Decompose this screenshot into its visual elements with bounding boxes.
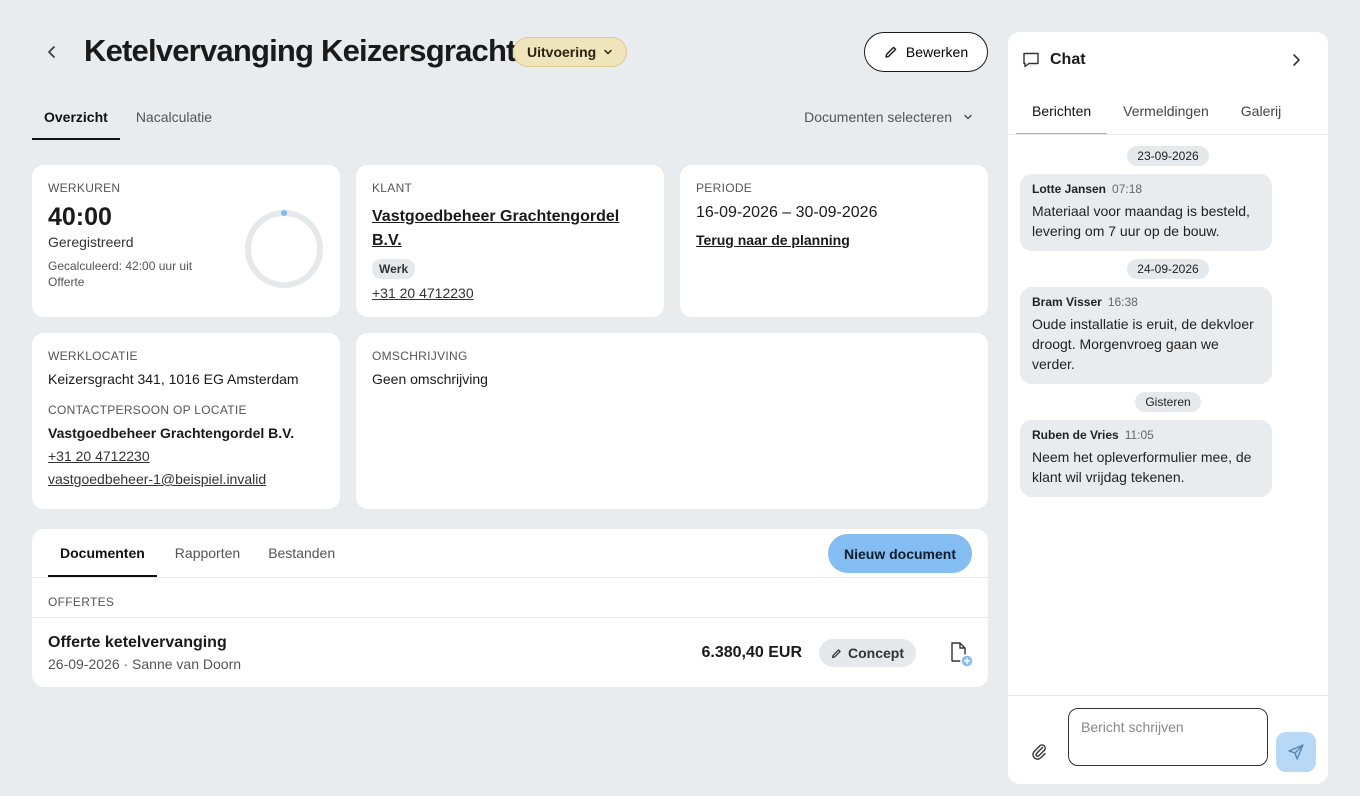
message-list: 23-09-2026 Lotte Jansen 07:18 Materiaal v… [1020,146,1316,505]
date-separator: 23-09-2026 [1127,146,1209,166]
client-card: KLANT Vastgoedbeheer Grachtengordel B.V.… [356,165,664,317]
message-input[interactable] [1068,708,1268,766]
paperclip-icon [1032,744,1046,760]
divider [1008,695,1328,696]
message-bubble: Bram Visser 16:38 Oude installatie is eru… [1020,287,1272,384]
message-time: 07:18 [1112,182,1143,196]
document-meta: 26-09-2026 · Sanne van Doorn [48,656,242,672]
attach-button[interactable] [1030,742,1048,765]
period-range: 16-09-2026 – 30-09-2026 [696,204,878,221]
pencil-icon [885,46,897,58]
chevron-right-icon [1293,54,1300,66]
documents-panel: Documenten Rapporten Bestanden Nieuw doc… [32,529,988,687]
description-text: Geen omschrijving [372,371,488,387]
hours-progress-ring [245,210,323,288]
contact-label: CONTACTPERSOON OP LOCATIE [48,403,247,417]
documents-tabs: Documenten Rapporten Bestanden [48,529,349,577]
divider [1008,134,1328,135]
tab-bestanden[interactable]: Bestanden [254,529,349,577]
tab-rapporten[interactable]: Rapporten [161,529,254,577]
message-text: Materiaal voor maandag is besteld, lever… [1032,203,1250,239]
message-author: Ruben de Vries [1032,428,1119,442]
status-dropdown[interactable]: Uitvoering [513,37,628,67]
message-text: Neem het opleverformulier mee, de klant … [1032,449,1252,485]
location-address: Keizersgracht 341, 1016 EG Amsterdam [48,371,299,387]
message-text: Oude installatie is eruit, de dekvloer d… [1032,316,1254,372]
tab-galerij[interactable]: Galerij [1225,90,1297,135]
hours-label: WERKUREN [48,181,121,195]
message-header: Bram Visser 16:38 [1032,295,1260,309]
documents-select-dropdown[interactable]: Documenten selecteren [804,109,974,125]
document-status-badge: Concept [819,639,916,667]
page-title: Ketelvervanging Keizersgracht [84,33,516,68]
document-amount: 6.380,40 EUR [701,644,802,661]
contact-phone-link[interactable]: +31 20 4712230 [48,448,324,464]
document-row[interactable]: Offerte ketelvervanging 26-09-2026 · San… [32,618,988,687]
client-name-link[interactable]: Vastgoedbeheer Grachtengordel B.V. [372,205,642,253]
divider [32,577,988,578]
chat-tabs: Berichten Vermeldingen Galerij [1016,90,1297,135]
period-label: PERIODE [696,181,753,195]
chat-title: Chat [1050,51,1086,68]
date-separator: 24-09-2026 [1127,259,1209,279]
message-time: 11:05 [1124,428,1154,442]
pencil-icon [831,648,841,658]
send-button[interactable] [1276,732,1316,772]
location-label: WERKLOCATIE [48,349,138,363]
back-to-planning-link[interactable]: Terug naar de planning [696,232,972,248]
chat-bubble-icon [1023,52,1039,68]
contact-name: Vastgoedbeheer Grachtengordel B.V. [48,425,295,441]
document-title: Offerte ketelvervanging [48,634,227,651]
tab-nacalculatie[interactable]: Nacalculatie [124,100,224,140]
message-header: Ruben de Vries 11:05 [1032,428,1260,442]
tab-documenten[interactable]: Documenten [48,529,157,577]
documents-select-label: Documenten selecteren [804,109,952,125]
description-card: OMSCHRIJVING Geen omschrijving [356,333,988,509]
chevron-left-icon [48,46,55,58]
edit-button[interactable]: Bewerken [864,32,988,72]
location-card: WERKLOCATIE Keizersgracht 341, 1016 EG A… [32,333,340,509]
chat-panel: Chat Berichten Vermeldingen Galerij 23-0… [1008,32,1328,784]
client-tag: Werk [372,259,416,279]
message-time: 16:38 [1107,295,1138,309]
document-status-label: Concept [848,645,904,661]
client-label: KLANT [372,181,413,195]
section-label-offertes: OFFERTES [48,595,115,609]
message-bubble: Ruben de Vries 11:05 Neem het opleverform… [1020,420,1272,497]
message-author: Bram Visser [1032,295,1102,309]
chevron-down-icon [604,49,612,55]
hours-card: WERKUREN 40:00 Geregistreerd Gecalculeer… [32,165,340,317]
new-document-button[interactable]: Nieuw document [827,534,972,573]
message-author: Lotte Jansen [1032,182,1107,196]
tab-vermeldingen[interactable]: Vermeldingen [1107,90,1225,135]
client-phone-link[interactable]: +31 20 4712230 [372,285,648,301]
send-icon [1288,744,1304,760]
edit-label: Bewerken [905,44,969,60]
main-tabs: Overzicht Nacalculatie [32,100,224,140]
status-label: Uitvoering [527,44,597,60]
back-button[interactable] [40,40,64,64]
tab-berichten[interactable]: Berichten [1016,90,1108,135]
document-add-icon[interactable] [950,642,974,668]
message-bubble: Lotte Jansen 07:18 Materiaal voor maandag… [1020,174,1272,251]
chat-collapse-button[interactable] [1288,52,1304,73]
tab-overzicht[interactable]: Overzicht [32,100,120,140]
description-label: OMSCHRIJVING [372,349,468,363]
date-separator: Gisteren [1135,392,1201,412]
chevron-down-icon [964,114,972,120]
period-card: PERIODE 16-09-2026 – 30-09-2026 Terug na… [680,165,988,317]
message-header: Lotte Jansen 07:18 [1032,182,1260,196]
hours-calculated: Gecalculeerd: 42:00 uur uit Offerte [48,259,193,289]
chat-header: Chat [1022,51,1086,69]
contact-email-link[interactable]: vastgoedbeheer-1@beispiel.invalid [48,471,324,487]
